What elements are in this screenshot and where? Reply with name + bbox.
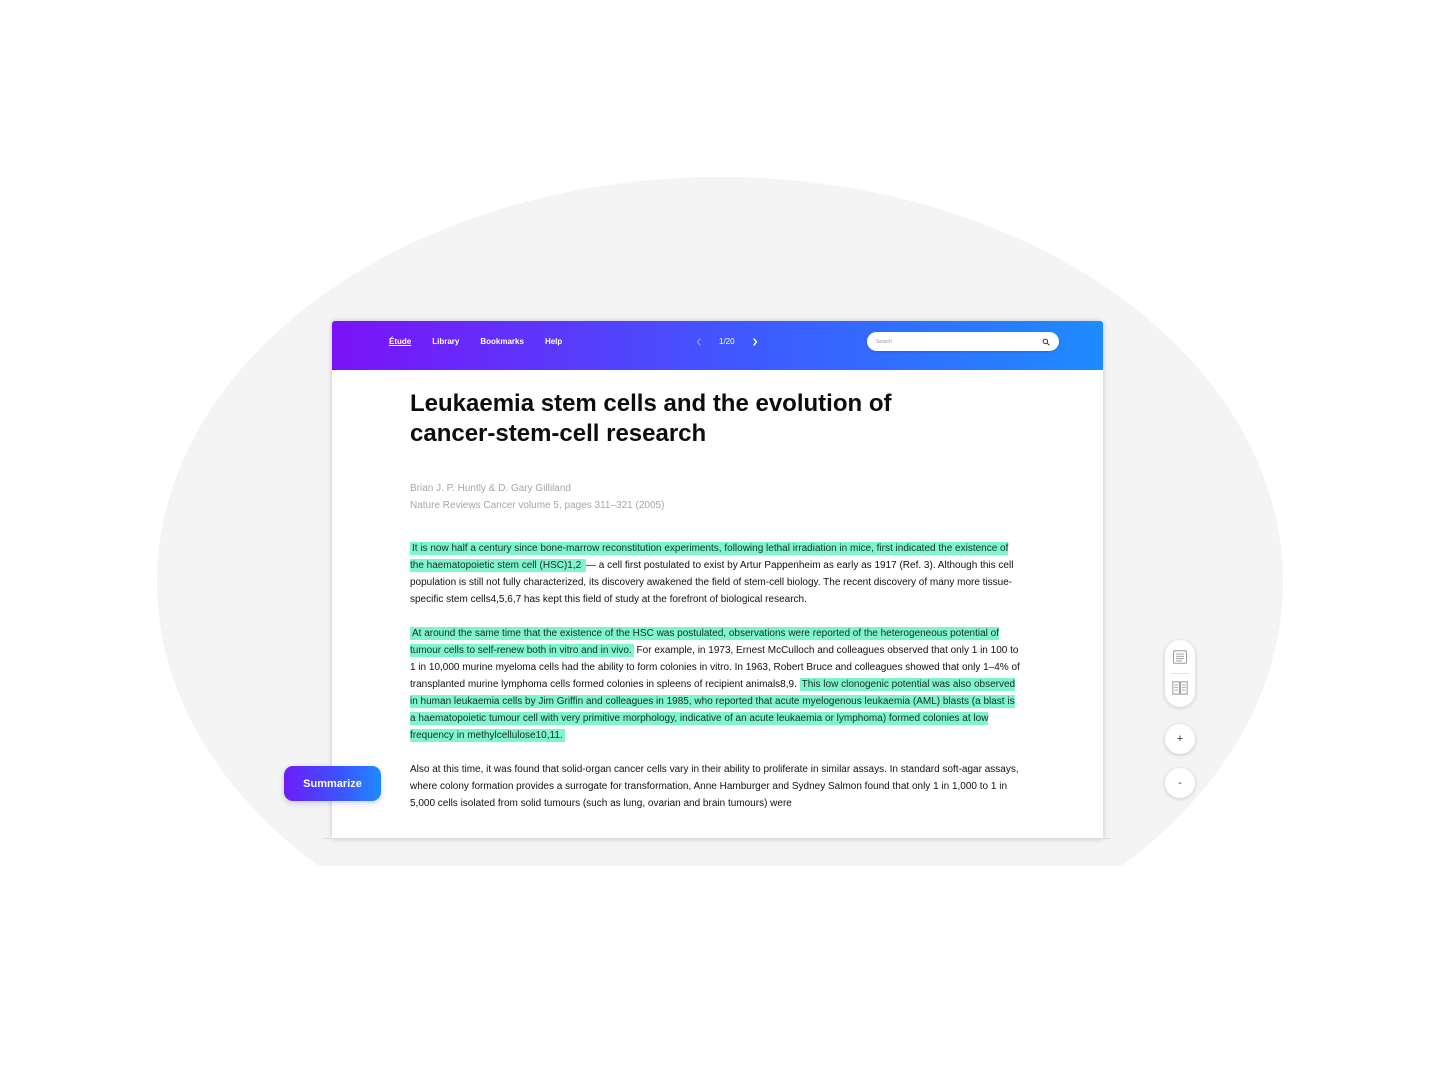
paragraph: At around the same time that the existen…	[410, 625, 1022, 744]
page-indicator: 1/20	[719, 337, 735, 346]
top-bar: Étude Library Bookmarks Help 1/20	[332, 321, 1103, 370]
page-view-icon[interactable]	[1172, 650, 1188, 664]
article-citation: Nature Reviews Cancer volume 5, pages 31…	[410, 500, 665, 511]
article-authors: Brian J. P. Huntly & D. Gary Gilliland	[410, 483, 571, 494]
article-meta: Brian J. P. Huntly & D. Gary Gilliland N…	[410, 480, 1030, 514]
chevron-left-icon[interactable]	[693, 336, 705, 348]
book-view-icon[interactable]	[1172, 681, 1188, 695]
paragraph: Also at this time, it was found that sol…	[410, 761, 1022, 812]
chevron-right-icon[interactable]	[749, 336, 761, 348]
paragraph: It is now half a century since bone-marr…	[410, 540, 1022, 608]
search-icon[interactable]	[1042, 338, 1050, 346]
nav-item-library[interactable]: Library	[432, 337, 459, 347]
zoom-in-button[interactable]: +	[1165, 724, 1195, 754]
article-body: It is now half a century since bone-marr…	[410, 540, 1022, 812]
view-mode-panel	[1165, 640, 1195, 707]
paragraph-text: Also at this time, it was found that sol…	[410, 764, 1019, 809]
summarize-button[interactable]: Summarize	[284, 766, 381, 801]
window-base-line	[323, 838, 1110, 839]
nav-item-etude[interactable]: Étude	[389, 337, 411, 347]
background-mask	[0, 866, 1440, 1080]
nav-item-help[interactable]: Help	[545, 337, 562, 347]
reader-window: Étude Library Bookmarks Help 1/20 Leukae…	[332, 321, 1103, 839]
nav-item-bookmarks[interactable]: Bookmarks	[480, 337, 524, 347]
zoom-out-button[interactable]: -	[1165, 768, 1195, 798]
search-bar	[867, 332, 1059, 351]
article: Leukaemia stem cells and the evolution o…	[410, 389, 1030, 829]
search-input[interactable]	[876, 338, 1042, 345]
article-title: Leukaemia stem cells and the evolution o…	[410, 390, 892, 447]
view-divider	[1171, 673, 1189, 674]
page-pager: 1/20	[693, 336, 761, 348]
main-nav: Étude Library Bookmarks Help	[389, 337, 562, 347]
